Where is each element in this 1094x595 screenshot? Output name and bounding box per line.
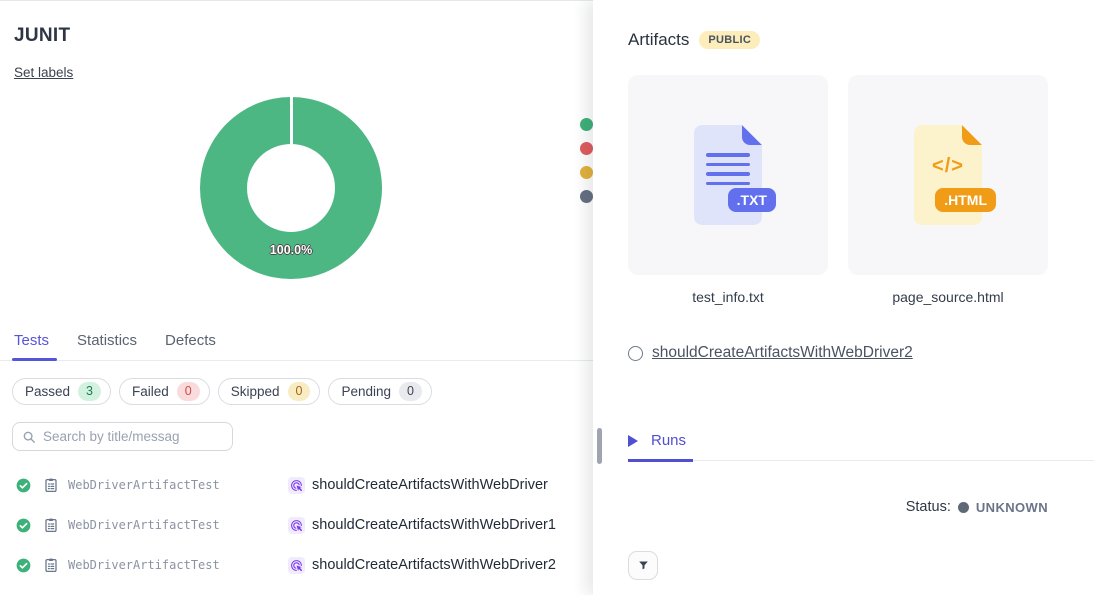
panel-scrollbar-thumb[interactable] <box>597 428 602 464</box>
unknown-status-dot-icon <box>958 502 969 513</box>
play-triangle-icon <box>628 435 638 447</box>
code-glyph: </> <box>914 155 982 178</box>
tab-tests[interactable]: Tests <box>14 332 49 349</box>
artifact-filenames: test_info.txt page_source.html <box>628 289 1048 305</box>
status-row: Status: UNKNOWN <box>906 499 1048 515</box>
txt-ext-badge: .TXT <box>728 188 776 212</box>
test-class-name: WebDriverArtifactTest <box>68 478 288 492</box>
funnel-icon <box>637 559 650 572</box>
chip-count-badge: 0 <box>177 382 200 401</box>
clipboard-icon <box>43 557 59 573</box>
test-row[interactable]: WebDriverArtifactTest shouldCreateArtifa… <box>0 545 593 585</box>
chip-label: Skipped <box>231 384 280 399</box>
filter-chip-skipped[interactable]: Skipped 0 <box>218 378 321 405</box>
legend-dot-skipped[interactable] <box>580 166 593 179</box>
chip-label: Failed <box>132 384 169 399</box>
chip-count-badge: 3 <box>78 382 101 401</box>
chip-count-badge: 0 <box>399 382 422 401</box>
status-value: UNKNOWN <box>976 500 1048 515</box>
legend-dot-failed[interactable] <box>580 142 593 155</box>
test-method-link[interactable]: shouldCreateArtifactsWithWebDriver2 <box>652 344 913 362</box>
test-list: WebDriverArtifactTest shouldCreateArtifa… <box>0 465 593 585</box>
test-name: shouldCreateArtifactsWithWebDriver2 <box>312 557 556 573</box>
public-badge: PUBLIC <box>699 31 760 49</box>
status-filter-chips: Passed 3 Failed 0 Skipped 0 Pending 0 <box>12 378 432 405</box>
suite-overview-pane: JUNIT Set labels 100.0% Tests Statistics… <box>0 0 593 595</box>
suite-title: JUNIT <box>14 25 70 47</box>
search-box <box>12 422 233 451</box>
tab-defects[interactable]: Defects <box>165 332 216 349</box>
status-label: Status: <box>906 499 951 515</box>
donut-gap <box>290 97 293 144</box>
filter-chip-pending[interactable]: Pending 0 <box>328 378 432 405</box>
set-labels-link[interactable]: Set labels <box>14 65 73 80</box>
runs-divider <box>693 460 1094 461</box>
runs-active-indicator <box>628 459 693 462</box>
test-link-row: shouldCreateArtifactsWithWebDriver2 <box>628 344 913 362</box>
page-fold <box>742 125 762 145</box>
clipboard-icon <box>43 477 59 493</box>
html-ext-badge: .HTML <box>935 188 996 212</box>
chip-label: Pending <box>341 384 391 399</box>
active-tab-indicator <box>12 358 57 361</box>
artifact-filename: test_info.txt <box>628 289 828 305</box>
page-fold <box>962 125 982 145</box>
passed-status-icon <box>16 518 31 533</box>
search-icon <box>22 430 36 444</box>
test-row[interactable]: WebDriverArtifactTest shouldCreateArtifa… <box>0 465 593 505</box>
runs-toggle[interactable]: Runs <box>628 432 686 449</box>
test-class-name: WebDriverArtifactTest <box>68 518 288 532</box>
pass-rate-donut-chart: 100.0% <box>200 97 382 279</box>
chart-legend <box>580 118 593 203</box>
artifact-cards: .TXT </> .HTML <box>628 75 1048 275</box>
chip-label: Passed <box>25 384 70 399</box>
filter-button[interactable] <box>628 551 658 580</box>
artifacts-title: Artifacts <box>628 30 689 50</box>
tabs-divider <box>0 360 593 361</box>
test-class-name: WebDriverArtifactTest <box>68 558 288 572</box>
donut-percentage-label: 100.0% <box>200 243 382 257</box>
runs-label: Runs <box>651 432 686 449</box>
test-row[interactable]: WebDriverArtifactTest shouldCreateArtifa… <box>0 505 593 545</box>
passed-status-icon <box>16 558 31 573</box>
chip-count-badge: 0 <box>288 382 311 401</box>
test-report-app: JUNIT Set labels 100.0% Tests Statistics… <box>0 0 1094 595</box>
test-name: shouldCreateArtifactsWithWebDriver <box>312 477 548 493</box>
test-detail-panel: Artifacts PUBLIC .TXT </> <box>593 0 1094 595</box>
artifact-card-txt[interactable]: .TXT <box>628 75 828 275</box>
passed-status-icon <box>16 478 31 493</box>
ads-click-icon <box>288 557 305 574</box>
suite-tabs: Tests Statistics Defects <box>14 332 216 349</box>
artifact-card-html[interactable]: </> .HTML <box>848 75 1048 275</box>
test-name: shouldCreateArtifactsWithWebDriver1 <box>312 517 556 533</box>
artifact-filename: page_source.html <box>848 289 1048 305</box>
filter-chip-passed[interactable]: Passed 3 <box>12 378 111 405</box>
status-circle-icon <box>628 346 643 361</box>
tab-statistics[interactable]: Statistics <box>77 332 137 349</box>
text-lines <box>706 153 750 185</box>
clipboard-icon <box>43 517 59 533</box>
legend-dot-pending[interactable] <box>580 190 593 203</box>
ads-click-icon <box>288 517 305 534</box>
search-input[interactable] <box>43 429 223 444</box>
artifacts-header: Artifacts PUBLIC <box>628 30 760 50</box>
ads-click-icon <box>288 477 305 494</box>
filter-chip-failed[interactable]: Failed 0 <box>119 378 210 405</box>
legend-dot-passed[interactable] <box>580 118 593 131</box>
